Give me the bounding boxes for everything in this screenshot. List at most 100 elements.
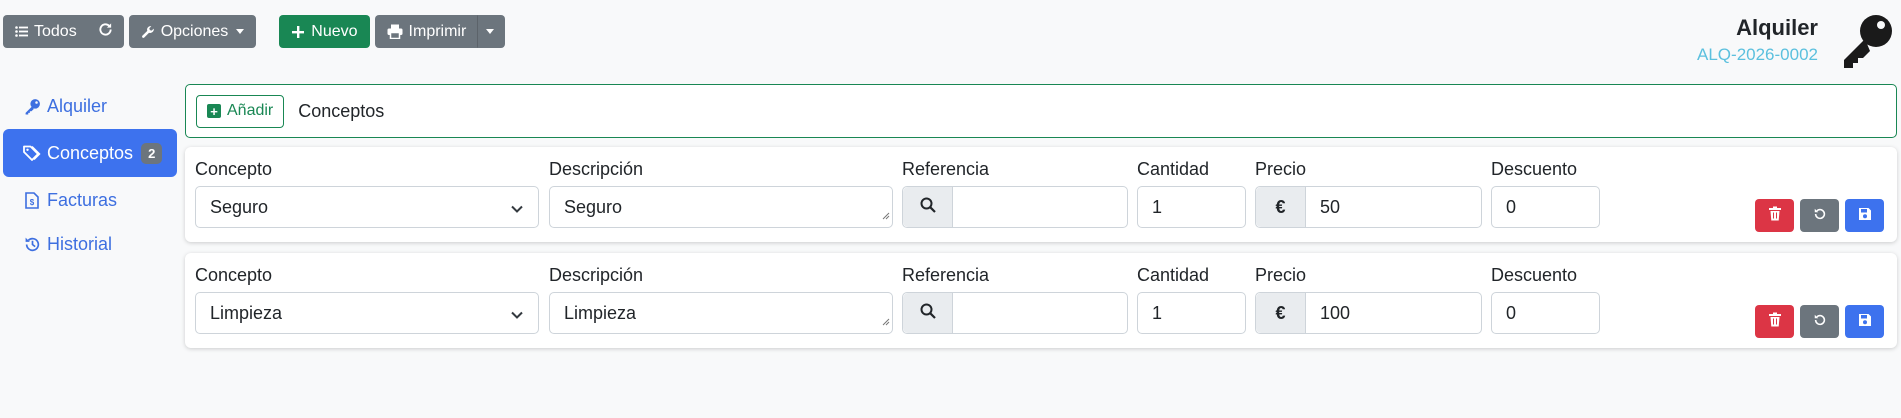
cantidad-label: Cantidad: [1137, 159, 1210, 179]
concepto-field: Concepto Seguro: [195, 159, 539, 228]
trash-icon: [1768, 311, 1782, 333]
search-button[interactable]: [903, 187, 953, 227]
sidebar-item-label: Facturas: [47, 189, 118, 210]
imprimir-button[interactable]: Imprimir: [374, 15, 478, 48]
opciones-button[interactable]: Opciones: [128, 15, 257, 48]
search-icon: [920, 197, 936, 218]
resize-grip-icon[interactable]: [882, 310, 890, 331]
concepto-label: Concepto: [195, 265, 273, 285]
resize-grip-icon[interactable]: [882, 204, 890, 225]
save-button[interactable]: [1845, 305, 1884, 338]
descuento-label: Descuento: [1491, 265, 1578, 285]
key-icon: [22, 98, 42, 115]
descripcion-textarea[interactable]: Limpieza: [549, 292, 893, 334]
chevron-down-icon: [510, 306, 524, 327]
opciones-label: Opciones: [160, 22, 229, 40]
sidebar-item-label: Historial: [47, 233, 113, 254]
referencia-input-group: [902, 292, 1128, 334]
sidebar-item-conceptos[interactable]: Conceptos 2: [3, 129, 177, 177]
sidebar-item-historial[interactable]: Historial: [3, 223, 177, 265]
history-icon: [22, 236, 42, 253]
nuevo-button[interactable]: Nuevo: [279, 15, 370, 48]
document-code: ALQ-2026-0002: [1697, 45, 1818, 64]
cantidad-value: 1: [1152, 196, 1163, 217]
referencia-input-group: [902, 186, 1128, 228]
trash-icon: [1768, 205, 1782, 227]
cantidad-value: 1: [1152, 302, 1163, 323]
nuevo-label: Nuevo: [311, 22, 358, 40]
chevron-down-icon: [486, 29, 495, 34]
delete-button[interactable]: [1755, 199, 1794, 232]
precio-input-group: € 50: [1255, 186, 1482, 228]
sidebar-item-label: Alquiler: [47, 95, 108, 116]
cantidad-input[interactable]: 1: [1137, 292, 1246, 334]
descuento-input[interactable]: 0: [1491, 186, 1600, 228]
cantidad-field: Cantidad 1: [1137, 265, 1246, 334]
descripcion-value: Limpieza: [564, 302, 637, 323]
save-icon: [1858, 205, 1872, 227]
precio-label: Precio: [1255, 159, 1307, 179]
referencia-input[interactable]: [953, 293, 1127, 333]
undo-icon: [1813, 205, 1827, 227]
sidebar-item-facturas[interactable]: $ Facturas: [3, 179, 177, 221]
section-title: Conceptos: [298, 100, 385, 121]
precio-input[interactable]: 50: [1306, 197, 1340, 218]
todos-label: Todos: [34, 22, 77, 40]
todos-button[interactable]: Todos: [3, 15, 87, 48]
add-button[interactable]: + Añadir: [196, 94, 285, 128]
concepto-value: Limpieza: [210, 302, 283, 323]
search-icon: [920, 303, 936, 324]
printer-icon: [387, 24, 403, 39]
conceptos-header: + Añadir Conceptos: [185, 84, 1897, 138]
descuento-field: Descuento 0: [1491, 159, 1600, 228]
concepto-select[interactable]: Seguro: [195, 186, 539, 228]
referencia-label: Referencia: [902, 265, 990, 285]
descuento-field: Descuento 0: [1491, 265, 1600, 334]
cantidad-label: Cantidad: [1137, 265, 1210, 285]
referencia-input[interactable]: [953, 187, 1127, 227]
concepto-value: Seguro: [210, 196, 269, 217]
save-button[interactable]: [1845, 199, 1884, 232]
undo-icon: [1813, 311, 1827, 333]
plus-icon: [291, 25, 305, 39]
undo-button[interactable]: [1800, 199, 1839, 232]
search-button[interactable]: [903, 293, 953, 333]
precio-input[interactable]: 100: [1306, 303, 1350, 324]
tags-icon: [22, 145, 42, 162]
refresh-icon: [98, 22, 113, 42]
descuento-label: Descuento: [1491, 159, 1578, 179]
descripcion-field: Descripción Limpieza: [549, 265, 893, 334]
descuento-value: 0: [1506, 196, 1517, 217]
imprimir-dropdown-toggle[interactable]: [477, 15, 506, 48]
imprimir-label: Imprimir: [408, 22, 467, 40]
precio-input-group: € 100: [1255, 292, 1482, 334]
sidebar-item-label: Conceptos: [47, 142, 134, 163]
cantidad-input[interactable]: 1: [1137, 186, 1246, 228]
cantidad-field: Cantidad 1: [1137, 159, 1246, 228]
euro-icon: €: [1256, 187, 1306, 227]
precio-label: Precio: [1255, 265, 1307, 285]
row-actions: [1755, 305, 1884, 338]
precio-field: Precio € 50: [1255, 159, 1482, 228]
sidebar: Alquiler Conceptos 2 $ Facturas Historia…: [3, 85, 177, 267]
row-actions: [1755, 199, 1884, 232]
undo-button[interactable]: [1800, 305, 1839, 338]
key-icon: [1837, 12, 1895, 76]
save-icon: [1858, 311, 1872, 333]
descuento-value: 0: [1506, 302, 1517, 323]
refresh-button[interactable]: [86, 15, 124, 48]
concepto-field: Concepto Limpieza: [195, 265, 539, 334]
plus-square-icon: +: [207, 104, 221, 118]
referencia-field: Referencia: [902, 265, 1128, 334]
concepto-select[interactable]: Limpieza: [195, 292, 539, 334]
imprimir-group: Imprimir: [374, 15, 506, 48]
sidebar-item-alquiler[interactable]: Alquiler: [3, 85, 177, 127]
concepto-row: Concepto Limpieza Descripción Limpieza R…: [185, 253, 1897, 348]
euro-icon: €: [1256, 293, 1306, 333]
descuento-input[interactable]: 0: [1491, 292, 1600, 334]
chevron-down-icon: [510, 200, 524, 221]
count-badge: 2: [141, 142, 163, 164]
descripcion-textarea[interactable]: Seguro: [549, 186, 893, 228]
referencia-label: Referencia: [902, 159, 990, 179]
delete-button[interactable]: [1755, 305, 1794, 338]
